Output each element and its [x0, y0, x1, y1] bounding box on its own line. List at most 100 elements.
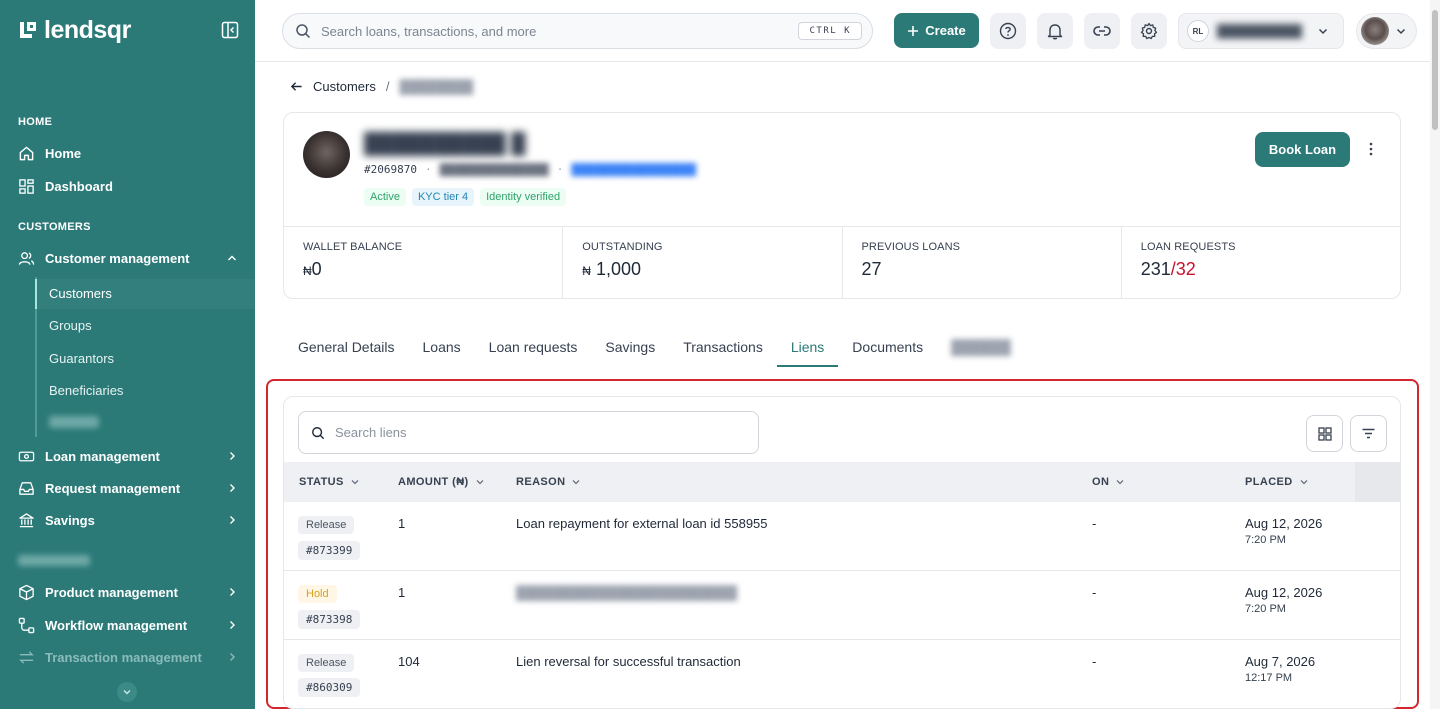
customer-phone-redacted: ██████████████ — [439, 163, 549, 176]
loan-requests-secondary: /32 — [1170, 259, 1196, 279]
gear-icon — [1140, 22, 1158, 40]
table-row[interactable]: Release #873399 1 Loan repayment for ext… — [284, 502, 1400, 571]
liens-table-header: STATUS AMOUNT (₦) REASON ON PLACED — [284, 462, 1400, 502]
tab-transactions[interactable]: Transactions — [669, 329, 777, 367]
nav-label: Home — [45, 145, 82, 161]
liens-panel: STATUS AMOUNT (₦) REASON ON PLACED Relea… — [283, 396, 1401, 709]
org-name-redacted: ██████████ — [1217, 24, 1303, 38]
submenu-active-indicator — [35, 279, 37, 309]
column-label: AMOUNT (₦) — [398, 476, 469, 488]
nav-item-transaction-management[interactable]: Transaction management — [0, 641, 255, 673]
sidebar-scroll-down-button[interactable] — [117, 682, 137, 702]
chevron-right-icon — [230, 452, 235, 460]
more-vertical-icon[interactable] — [1362, 140, 1380, 158]
customer-avatar — [303, 131, 350, 178]
settings-button[interactable] — [1131, 13, 1167, 49]
column-header-placed[interactable]: PLACED — [1245, 462, 1309, 502]
collapse-sidebar-icon[interactable] — [221, 21, 239, 39]
help-button[interactable] — [990, 13, 1026, 49]
column-header-on[interactable]: ON — [1092, 462, 1125, 502]
customer-meta: #2069870 · ██████████████ · ████████████… — [364, 163, 696, 176]
identity-badge: Identity verified — [480, 188, 567, 206]
global-search-input[interactable] — [321, 23, 781, 39]
breadcrumb-customers-link[interactable]: Customers — [313, 79, 376, 94]
breadcrumb: Customers / ████████ — [290, 79, 473, 94]
nav-item-request-management[interactable]: Request management — [0, 472, 255, 504]
arrow-left-icon[interactable] — [290, 80, 303, 93]
tab-redacted[interactable]: ██████ — [937, 329, 1025, 367]
stat-value: ₦ 1,000 — [582, 259, 822, 280]
nav-item-workflow-management[interactable]: Workflow management — [0, 609, 255, 641]
on-cell: - — [1092, 516, 1097, 531]
nav-item-customer-management[interactable]: Customer management — [0, 242, 255, 274]
liens-search-input[interactable] — [335, 425, 735, 440]
chevron-up-icon — [228, 255, 236, 261]
customer-tabs: General Details Loans Loan requests Savi… — [284, 329, 1025, 367]
placed-date: Aug 12, 2026 — [1245, 516, 1323, 531]
sub-item-beneficiaries[interactable]: Beneficiaries — [49, 383, 123, 398]
scrollbar-thumb[interactable] — [1432, 10, 1438, 130]
filter-button[interactable] — [1350, 415, 1387, 452]
section-label-home: HOME — [18, 116, 53, 128]
tab-loan-requests[interactable]: Loan requests — [475, 329, 592, 367]
link-button[interactable] — [1084, 13, 1120, 49]
nav-item-dashboard[interactable]: Dashboard — [0, 170, 255, 202]
global-search[interactable]: CTRL K — [282, 13, 873, 49]
stat-label: OUTSTANDING — [582, 241, 663, 253]
status-pill: Release — [298, 516, 355, 534]
status-pill: Hold — [298, 585, 337, 603]
users-icon — [18, 251, 35, 265]
sub-item-guarantors[interactable]: Guarantors — [49, 351, 114, 366]
create-button[interactable]: Create — [894, 13, 979, 48]
page-scrollbar[interactable] — [1430, 0, 1440, 709]
liens-search[interactable] — [298, 411, 759, 454]
customer-email-redacted[interactable]: ████████████████ — [571, 164, 696, 176]
outstanding-value: 1,000 — [595, 259, 641, 279]
user-menu[interactable] — [1356, 13, 1417, 49]
organization-switcher[interactable]: RL ██████████ — [1178, 13, 1344, 49]
table-row[interactable]: Hold #873398 1 ████████████████████████ … — [284, 571, 1400, 640]
section-label-customers: CUSTOMERS — [18, 221, 91, 233]
org-initials-badge: RL — [1187, 20, 1209, 42]
amount-cell: 104 — [398, 654, 420, 669]
tab-liens[interactable]: Liens — [776, 329, 839, 367]
stat-value: ₦0 — [303, 259, 543, 280]
table-row[interactable]: Release #860309 104 Lien reversal for su… — [284, 640, 1400, 708]
topbar: CTRL K Create RL ██████████ — [255, 0, 1440, 62]
sub-item-groups[interactable]: Groups — [49, 318, 92, 333]
nav-item-product-management[interactable]: Product management — [0, 576, 255, 608]
nav-item-savings[interactable]: Savings — [0, 504, 255, 536]
grid-view-button[interactable] — [1306, 415, 1343, 452]
brand-logo[interactable]: lendsqr — [18, 16, 131, 45]
column-header-amount[interactable]: AMOUNT (₦) — [398, 462, 485, 502]
filter-icon — [1362, 428, 1375, 439]
header-filler — [1355, 462, 1400, 502]
sub-item-customers[interactable]: Customers — [49, 286, 112, 301]
column-label: REASON — [516, 476, 566, 488]
tab-savings[interactable]: Savings — [591, 329, 669, 367]
sub-item-redacted[interactable] — [49, 416, 99, 428]
nav-item-home[interactable]: Home — [0, 137, 255, 169]
tab-general-details[interactable]: General Details — [284, 329, 409, 367]
placed-time: 7:20 PM — [1245, 603, 1286, 615]
previous-loans-value: 27 — [861, 259, 882, 279]
nav-item-loan-management[interactable]: Loan management — [0, 440, 255, 472]
lendsqr-logo-icon — [20, 21, 36, 38]
stat-value: 231/32 — [1141, 259, 1381, 280]
nav-label: Transaction management — [45, 649, 202, 665]
tab-documents[interactable]: Documents — [838, 329, 937, 367]
reason-cell-redacted: ████████████████████████ — [516, 585, 738, 600]
on-cell: - — [1092, 654, 1097, 669]
column-header-status[interactable]: STATUS — [299, 462, 360, 502]
column-header-reason[interactable]: REASON — [516, 462, 581, 502]
link-icon — [1093, 26, 1111, 36]
status-pill: Release — [298, 654, 355, 672]
lien-id-pill: #873398 — [298, 610, 361, 629]
section-label-redacted — [18, 555, 90, 566]
nav-label: Loan management — [45, 448, 160, 464]
book-loan-button[interactable]: Book Loan — [1255, 132, 1350, 167]
notifications-button[interactable] — [1037, 13, 1073, 49]
lien-id-pill: #873399 — [298, 541, 361, 560]
tab-loans[interactable]: Loans — [409, 329, 475, 367]
amount-cell: 1 — [398, 516, 406, 531]
